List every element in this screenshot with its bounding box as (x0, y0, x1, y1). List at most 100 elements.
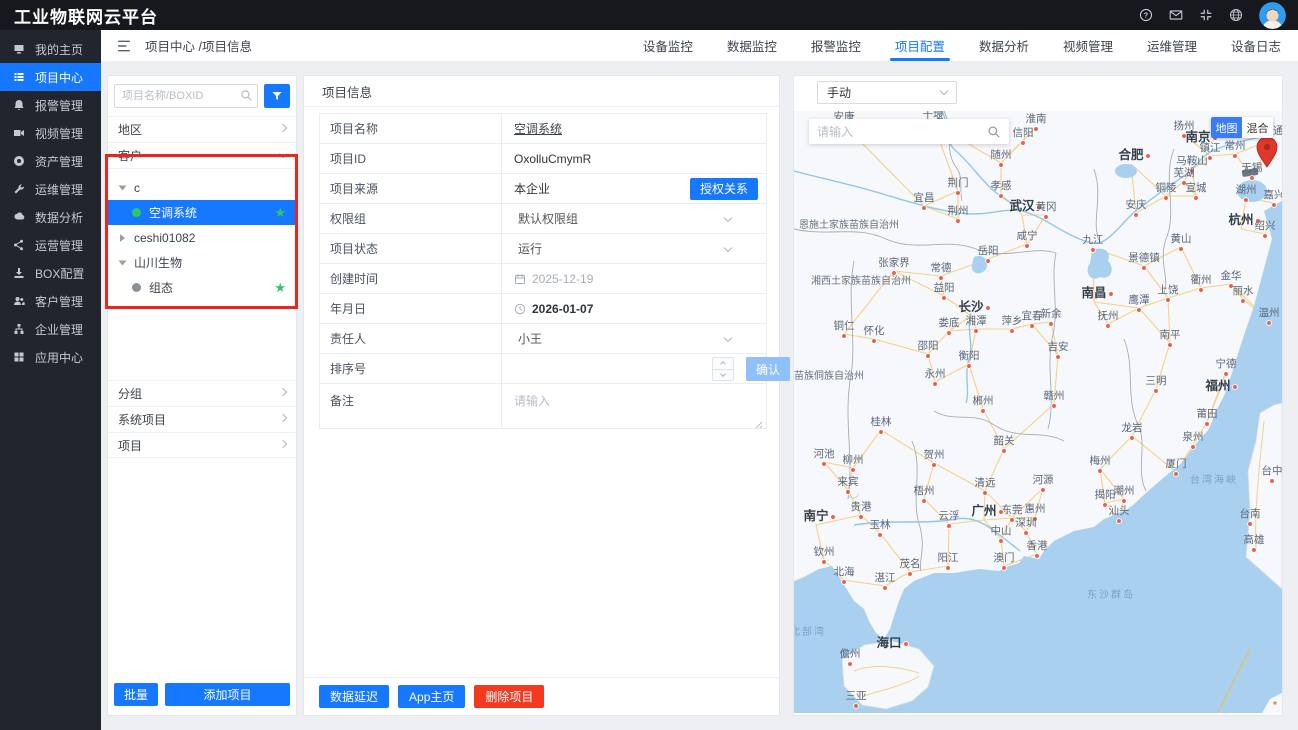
field-value: 本企业 (514, 180, 550, 197)
app-title: 工业物联网云平台 (0, 3, 158, 28)
home-icon (13, 43, 25, 55)
breadcrumb-bar: 项目中心 /项目信息 设备监控数据监控报警监控项目配置数据分析视频管理运维管理设… (101, 30, 1298, 62)
project-search-input[interactable] (114, 84, 258, 108)
tree-section-系统项目[interactable]: 系统项目 (108, 406, 296, 432)
map-city-label: 安庆 (1126, 198, 1148, 211)
map-city-label: 合肥 (1118, 147, 1144, 162)
footer-button-App主页[interactable]: App主页 (398, 685, 465, 708)
map-search-input[interactable] (809, 125, 987, 139)
sidebar-item-asset[interactable]: 资产管理 (0, 147, 101, 175)
tree-section-分组[interactable]: 分组 (108, 380, 296, 406)
map-city-label: 南平 (1160, 328, 1181, 341)
form-row-权限组: 权限组默认权限组 (320, 204, 766, 234)
caret-icon[interactable] (119, 260, 127, 265)
field-label: 责任人 (320, 324, 502, 353)
map-city-label: 桂林 (871, 415, 892, 428)
sidebar-item-apps[interactable]: 应用中心 (0, 343, 101, 371)
tree-section-客户[interactable]: 客户 (108, 142, 296, 168)
favorite-star-icon[interactable]: ★ (274, 281, 286, 294)
sidebar-item-box[interactable]: BOX配置 (0, 259, 101, 287)
filter-button[interactable] (264, 84, 290, 108)
sidebar-item-projects[interactable]: 项目中心 (0, 63, 101, 91)
favorite-star-icon[interactable]: ★ (274, 206, 286, 219)
sidebar-item-home[interactable]: 我的主页 (0, 35, 101, 63)
help-icon[interactable]: ? (1139, 8, 1153, 22)
map-city-label: 荆门 (948, 176, 969, 189)
tab-报警监控[interactable]: 报警监控 (794, 30, 878, 61)
map-city-label: 咸宁 (1017, 229, 1038, 242)
tab-项目配置[interactable]: 项目配置 (878, 30, 962, 61)
tab-运维管理[interactable]: 运维管理 (1130, 30, 1214, 61)
tab-设备日志[interactable]: 设备日志 (1214, 30, 1298, 61)
batch-button[interactable]: 批量 (114, 683, 158, 706)
stepper-down-icon[interactable] (713, 369, 733, 381)
authorize-relation-button[interactable]: 授权关系 (690, 178, 758, 200)
map-city-label: 南苗族侗族自治州 (794, 369, 864, 382)
map-city-label: 抚州 (1098, 310, 1119, 322)
resize-handle[interactable] (755, 418, 763, 426)
map-city-label: 三明 (1146, 375, 1167, 387)
sidebar-item-users[interactable]: 客户管理 (0, 287, 101, 315)
form-row-年月日: 年月日2026-01-07 (320, 294, 766, 324)
apps-icon (13, 351, 25, 363)
map-city-label: 娄底 (939, 316, 960, 329)
sidebar-item-chart[interactable]: 数据分析 (0, 203, 101, 231)
map-city-label: 台南 (1240, 507, 1261, 520)
sidebar-item-wrench[interactable]: 运维管理 (0, 175, 101, 203)
stepper-up-icon[interactable] (713, 358, 733, 369)
avatar[interactable] (1259, 2, 1286, 29)
map-mode-select[interactable]: 手动 (817, 81, 957, 104)
map-city-label: 黄冈 (1036, 200, 1057, 213)
field-value: OxolluCmymR (514, 152, 591, 166)
search-icon (240, 89, 253, 102)
globe-icon[interactable] (1229, 8, 1243, 22)
fullscreen-icon[interactable] (1199, 8, 1213, 22)
tab-视频管理[interactable]: 视频管理 (1046, 30, 1130, 61)
sidebar-item-video[interactable]: 视频管理 (0, 119, 101, 147)
tree-leaf-空调系统[interactable]: 空调系统★ (108, 200, 296, 225)
sidebar-item-share[interactable]: 运营管理 (0, 231, 101, 259)
tab-数据分析[interactable]: 数据分析 (962, 30, 1046, 61)
topbar-actions: ? (1139, 2, 1298, 29)
tab-设备监控[interactable]: 设备监控 (626, 30, 710, 61)
date-value[interactable]: 2025-12-19 (532, 272, 593, 286)
tree-leaf-组态[interactable]: 组态★ (108, 275, 296, 300)
chevron-down-icon[interactable] (724, 213, 732, 221)
remark-textarea[interactable] (514, 392, 766, 428)
chevron-down-icon[interactable] (724, 333, 732, 341)
footer-button-数据延迟[interactable]: 数据延迟 (319, 685, 389, 708)
select-value[interactable]: 运行 (514, 240, 542, 257)
add-project-button[interactable]: 添加项目 (165, 683, 290, 706)
tree-section-地区[interactable]: 地区 (108, 116, 296, 142)
tree-branch-c[interactable]: c (108, 175, 296, 200)
project-name-link[interactable]: 空调系统 (514, 120, 562, 137)
map-layer-混合[interactable]: 混合 (1242, 117, 1273, 138)
tree-branch-山川生物[interactable]: 山川生物 (108, 250, 296, 275)
confirm-button[interactable]: 确认 (746, 357, 790, 381)
sidebar-item-bell[interactable]: 报警管理 (0, 91, 101, 119)
map-city-label: 怀化 (864, 324, 885, 337)
map-city-label: 嘉兴 (1264, 188, 1283, 201)
tree-section-项目[interactable]: 项目 (108, 432, 296, 458)
caret-icon[interactable] (119, 185, 127, 190)
search-icon[interactable] (987, 125, 1001, 139)
tree-branch-ceshi01082[interactable]: ceshi01082 (108, 225, 296, 250)
collapse-menu-icon[interactable] (117, 40, 131, 52)
quantity-stepper[interactable] (712, 357, 734, 381)
sidebar-item-org[interactable]: 企业管理 (0, 315, 101, 343)
select-value[interactable]: 默认权限组 (514, 210, 578, 227)
map-canvas[interactable]: 安康十堰淮南信阳扬州南京镇江常州南通随州合肥马鞍山无锡芜湖荆门孝感铜陵宣城湖州嘉… (794, 111, 1282, 713)
field-label: 备注 (320, 384, 502, 428)
mail-icon[interactable] (1169, 8, 1183, 22)
caret-icon[interactable] (120, 234, 125, 242)
date-value[interactable]: 2026-01-07 (532, 302, 593, 316)
select-value[interactable]: 小王 (514, 330, 542, 347)
chevron-down-icon[interactable] (724, 243, 732, 251)
map-layer-地图[interactable]: 地图 (1211, 117, 1242, 138)
map-city-label: 河池 (814, 447, 835, 460)
footer-button-删除项目[interactable]: 删除项目 (474, 685, 544, 708)
map-city-label: 鹰潭 (1129, 293, 1150, 306)
map-city-label: 梧州 (914, 484, 935, 497)
chevron-down-icon (279, 150, 287, 158)
tab-数据监控[interactable]: 数据监控 (710, 30, 794, 61)
